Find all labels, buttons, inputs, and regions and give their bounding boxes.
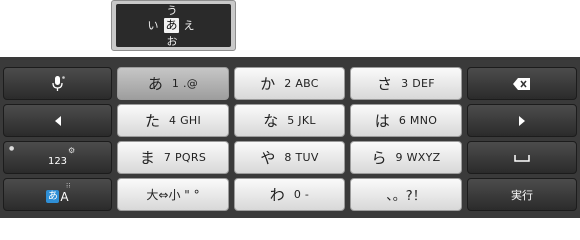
key-ha-kana: は	[374, 112, 390, 130]
key-na-sub: 5 JKL	[287, 114, 316, 127]
mode-dot-icon: ●	[9, 145, 15, 152]
kana-mode-badge: あ	[46, 190, 60, 203]
modifier-label: 大⇔小 " °	[146, 188, 200, 202]
key-ma-sub: 7 PQRS	[163, 151, 207, 164]
key-ma-row[interactable]: ま 7 PQRS	[117, 141, 229, 174]
alpha-mode-label: A	[60, 189, 69, 204]
backspace-icon	[513, 77, 530, 90]
key-ra-kana: ら	[371, 149, 387, 167]
flick-popup: う い あ え お	[111, 0, 236, 51]
flick-right-char: え	[183, 19, 195, 32]
voice-input-key[interactable]	[3, 67, 112, 100]
soft-keyboard: あ 1 .@ か 2 ABC さ 3 DEF た 4 GHI な 5 JKL は…	[0, 57, 580, 218]
input-mode-key[interactable]: あ A ⁝⁝	[3, 178, 112, 211]
mode-indicator-icon: ⁝⁝	[66, 182, 71, 190]
key-wa-sub: 0 -	[293, 188, 310, 201]
key-ta-kana: た	[144, 112, 160, 130]
flick-left-char: い	[147, 19, 159, 32]
arrow-right-icon	[519, 115, 525, 126]
key-ta-sub: 4 GHI	[168, 114, 202, 127]
key-ha-sub: 6 MNO	[398, 114, 438, 127]
key-ya-sub: 8 TUV	[284, 151, 319, 164]
key-ra-row[interactable]: ら 9 WXYZ	[350, 141, 462, 174]
settings-gear-icon: ⚙	[68, 146, 76, 155]
key-na-row[interactable]: な 5 JKL	[234, 104, 345, 137]
backspace-key[interactable]	[467, 67, 577, 100]
key-ka-sub: 2 ABC	[284, 77, 319, 90]
punctuation-label: 、。?！	[386, 189, 426, 204]
key-ka-kana: か	[260, 75, 276, 93]
cursor-right-key[interactable]	[467, 104, 577, 137]
flick-down-char: お	[166, 35, 178, 48]
enter-label: 実行	[511, 188, 533, 202]
arrow-left-icon	[54, 115, 61, 126]
key-a-kana: あ	[147, 75, 163, 93]
mode-123-key[interactable]: ● 123 ⚙	[3, 141, 112, 174]
key-sa-row[interactable]: さ 3 DEF	[350, 67, 462, 100]
flick-popup-body: う い あ え お	[116, 4, 231, 48]
key-ta-row[interactable]: た 4 GHI	[117, 104, 229, 137]
key-a-row[interactable]: あ 1 .@	[117, 67, 229, 100]
key-sa-sub: 3 DEF	[401, 77, 435, 90]
flick-up-char: う	[166, 4, 178, 17]
key-sa-kana: さ	[377, 75, 393, 93]
cursor-left-key[interactable]	[3, 104, 112, 137]
punctuation-key[interactable]: 、。?！	[350, 178, 462, 211]
enter-key[interactable]: 実行	[467, 178, 577, 211]
mode-123-label: 123	[47, 156, 68, 167]
space-icon	[514, 154, 530, 162]
key-ka-row[interactable]: か 2 ABC	[234, 67, 345, 100]
key-wa-kana: わ	[269, 186, 285, 204]
microphone-icon	[51, 75, 65, 91]
key-ya-row[interactable]: や 8 TUV	[234, 141, 345, 174]
key-ha-row[interactable]: は 6 MNO	[350, 104, 462, 137]
key-a-sub: 1 .@	[171, 77, 199, 90]
key-na-kana: な	[263, 112, 279, 130]
flick-center-char: あ	[164, 18, 179, 33]
key-ra-sub: 9 WXYZ	[395, 151, 441, 164]
key-ya-kana: や	[260, 149, 276, 167]
space-key[interactable]	[467, 141, 577, 174]
modifier-key[interactable]: 大⇔小 " °	[117, 178, 229, 211]
key-wa-row[interactable]: わ 0 -	[234, 178, 345, 211]
key-ma-kana: ま	[139, 149, 155, 167]
